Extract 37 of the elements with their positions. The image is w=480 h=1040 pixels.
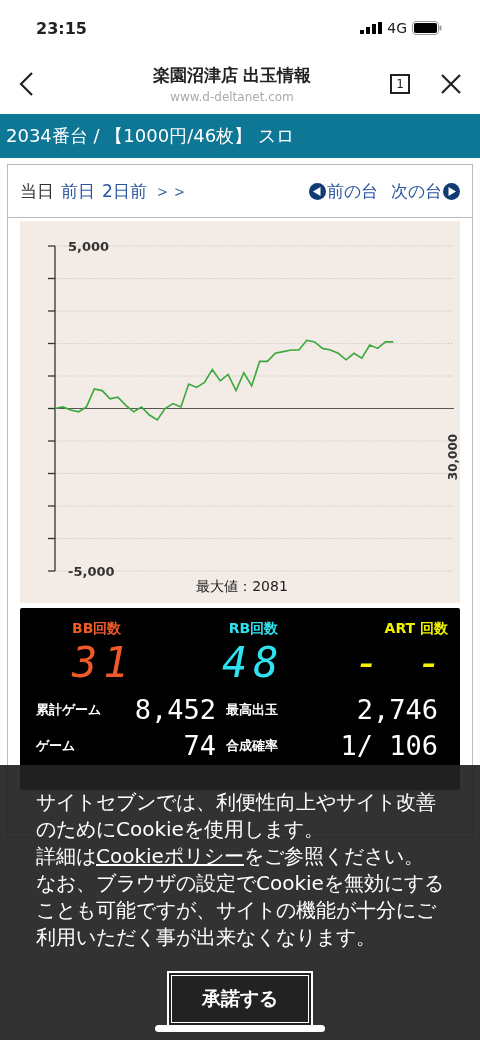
cookie-policy-link[interactable]: Cookieポリシー [96,844,244,868]
network-label: 4G [387,20,407,36]
next-machine-link[interactable]: 次の台 [391,179,442,203]
signal-icon [360,22,383,34]
counter-value: - - [354,638,448,688]
close-icon[interactable] [440,73,462,95]
status-time: 23:15 [36,18,87,38]
counter-label: BB回数 [72,620,122,638]
stat-value: 1/ 106 [339,730,439,762]
stat-value: 8,452 [133,694,217,726]
battery-icon [412,21,442,35]
machine-banner: 2034番台 / 【1000円/46枚】 スロ [0,114,480,158]
stat-value: 74 [182,730,217,762]
counter-label: ART 回数 [384,620,448,638]
y-tick-label: 5,000 [68,239,110,254]
back-icon[interactable] [18,71,34,97]
counter-label: RB回数 [228,620,279,638]
tabs-button[interactable]: 1 [390,74,410,94]
stat-label: 最高出玉 [226,701,279,719]
counter-value: 48 [222,638,285,688]
page-title: 楽園沼津店 出玉情報 [152,64,312,87]
previous-machine-link[interactable]: 前の台 [327,179,378,203]
day-link[interactable]: 当日 [20,179,54,203]
x-axis-label: 30,000 [446,433,460,481]
max-value-caption: 最大値：2081 [196,578,288,594]
accept-button[interactable]: 承諾する [167,971,313,1027]
y-tick-label: -5,000 [68,564,115,579]
page-url: www.d-deltanet.com [170,90,294,104]
stat-label: ゲーム [36,737,76,755]
day-link[interactable]: 前日 [61,179,95,203]
stat-label: 合成確率 [226,737,279,755]
counter-value: 31 [72,638,135,688]
stat-value: 2,746 [355,694,439,726]
more-days-link[interactable]: ＞＞ [153,179,188,203]
stat-label: 累計ゲーム [36,701,102,719]
day-link[interactable]: 2日前 [102,179,147,203]
cookie-notice: サイトセブンでは、利便性向上やサイト改善のためにCookieを使用します。 詳細はCookieポリシーをご参照ください。 なお、ブラウザの設定でCookieを無効にすることも可能ですが、サイトの機能が十分にご利用いただく事が出来なくなります。 [36,789,444,951]
